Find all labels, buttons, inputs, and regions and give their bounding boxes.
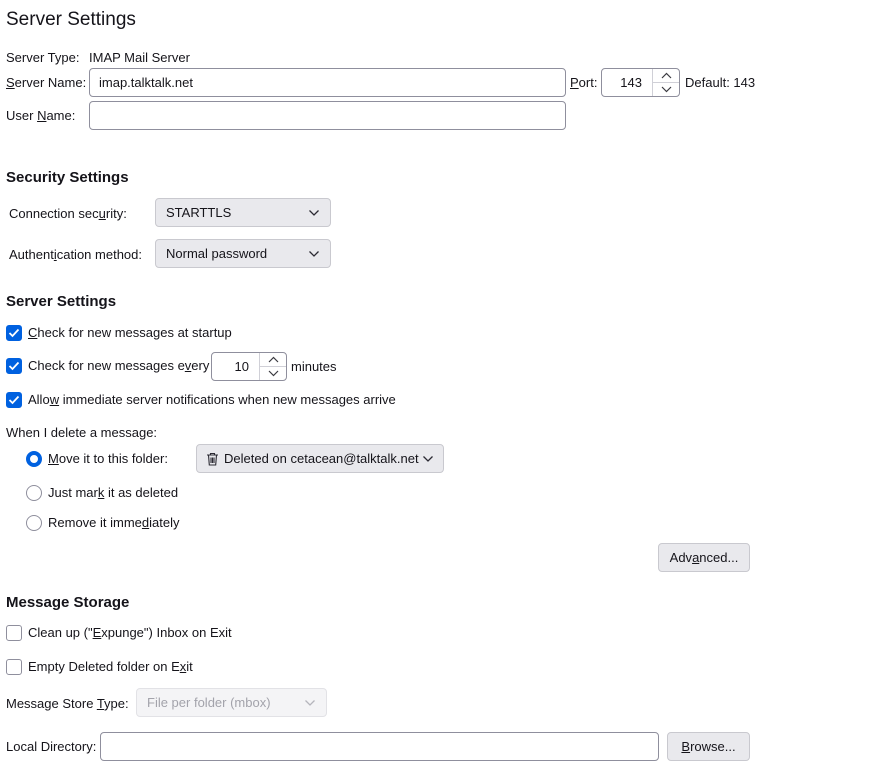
connection-security-label: Connection security: [9,206,127,221]
remove-immediately-radio[interactable] [26,515,42,531]
security-settings-heading: Security Settings [6,169,129,186]
cleanup-checkbox[interactable] [6,625,22,641]
move-to-folder-row[interactable]: Move it to this folder: [26,451,168,467]
check-startup-row[interactable]: Check for new messages at startup [6,325,232,341]
store-type-label: Message Store Type: [6,696,129,711]
chevron-down-icon [309,250,319,257]
allow-notifications-row[interactable]: Allow immediate server notifications whe… [6,392,396,408]
check-interval-decrement-button[interactable] [260,366,286,380]
cleanup-label: Clean up ("Expunge") Inbox on Exit [28,625,232,640]
server-type-value: IMAP Mail Server [89,50,190,65]
port-value: 143 [620,75,642,90]
minutes-label: minutes [291,359,337,374]
check-startup-label: Check for new messages at startup [28,325,232,340]
delete-message-label: When I delete a message: [6,425,158,440]
server-name-input[interactable]: imap.talktalk.net [89,68,566,97]
checkmark-icon [8,395,20,405]
chevron-up-icon [661,72,671,79]
move-to-folder-radio[interactable] [26,451,42,467]
message-storage-heading: Message Storage [6,594,130,611]
port-spinner[interactable]: 143 [601,68,680,97]
local-directory-label: Local Directory: [6,739,97,754]
check-interval-value: 10 [234,359,249,374]
check-startup-checkbox[interactable] [6,325,22,341]
mark-deleted-radio[interactable] [26,485,42,501]
authentication-method-select[interactable]: Normal password [155,239,331,268]
check-every-checkbox[interactable] [6,358,22,374]
port-decrement-button[interactable] [653,82,679,96]
remove-immediately-label: Remove it immediately [48,515,180,530]
port-label: Port: [570,75,598,90]
empty-deleted-checkbox[interactable] [6,659,22,675]
mark-deleted-row[interactable]: Just mark it as deleted [26,485,178,501]
server-name-label: Server Name: [6,75,87,90]
chevron-down-icon [268,370,278,377]
authentication-method-label: Authentication method: [9,247,142,262]
chevron-down-icon [305,699,315,706]
check-interval-spinner[interactable]: 10 [211,352,287,381]
remove-immediately-row[interactable]: Remove it immediately [26,515,180,531]
user-name-input[interactable] [89,101,566,130]
connection-security-select[interactable]: STARTTLS [155,198,331,227]
port-default-label: Default: 143 [685,75,756,90]
mark-deleted-label: Just mark it as deleted [48,485,179,500]
allow-notifications-checkbox[interactable] [6,392,22,408]
advanced-button[interactable]: Adv a nced... [658,543,750,572]
trash-icon [207,452,218,466]
check-interval-increment-button[interactable] [260,353,286,366]
empty-deleted-row[interactable]: Empty Deleted folder on Exit [6,659,193,675]
store-type-select: File per folder (mbox) [136,688,327,717]
empty-deleted-label: Empty Deleted folder on Exit [28,659,193,674]
chevron-down-icon [423,455,433,462]
page-title: Server Settings [6,9,136,30]
check-every-label: Check for new messages every [28,358,210,373]
chevron-up-icon [268,356,278,363]
port-increment-button[interactable] [653,69,679,82]
checkmark-icon [8,361,20,371]
cleanup-row[interactable]: Clean up ("Expunge") Inbox on Exit [6,625,232,641]
chevron-down-icon [661,86,671,93]
check-every-row[interactable]: Check for new messages every [6,358,209,374]
move-to-folder-label: Move it to this folder: [48,451,168,466]
checkmark-icon [8,328,20,338]
deleted-folder-select[interactable]: Deleted on cetacean@talktalk.net [196,444,444,473]
server-options-heading: Server Settings [6,293,117,310]
server-type-label: Server Type: [6,50,80,65]
local-directory-input[interactable] [100,732,659,761]
browse-button[interactable]: Browse... [667,732,750,761]
user-name-label: User Name: [6,108,76,123]
chevron-down-icon [309,209,319,216]
allow-notifications-label: Allow immediate server notifications whe… [28,392,396,407]
